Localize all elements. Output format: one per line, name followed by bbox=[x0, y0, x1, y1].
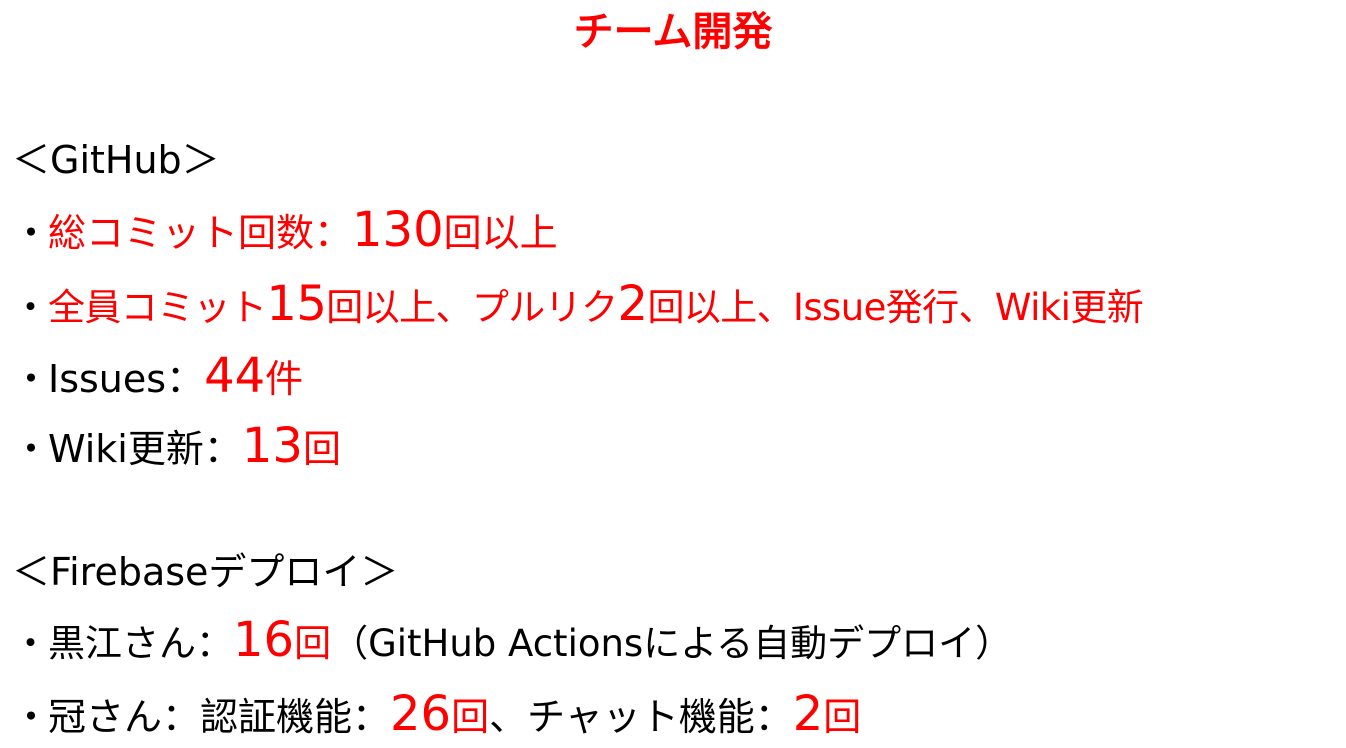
bullet: ・ bbox=[12, 695, 51, 739]
total-commits-label: 総コミット回数： bbox=[48, 211, 353, 255]
everyone-requirement-line: ・全員コミット15回以上、プルリク2回以上、Issue発行、Wiki更新 bbox=[12, 276, 1144, 336]
firebase-heading: ＜Firebaseデプロイ＞ bbox=[12, 550, 399, 594]
kanmuri-auth-unit: 回 bbox=[451, 695, 490, 739]
kanmuri-chat-value: 2 bbox=[792, 686, 824, 742]
kuroe-unit: 回 bbox=[294, 622, 332, 665]
everyone-text-a: 全員コミット bbox=[48, 286, 267, 329]
bullet: ・ bbox=[12, 286, 49, 329]
issues-unit: 件 bbox=[265, 357, 304, 401]
total-commits-line: ・総コミット回数：130回以上 bbox=[12, 202, 558, 261]
kanmuri-deploy-line: ・冠さん：認証機能：26回、チャット機能：2回 bbox=[12, 686, 861, 745]
wiki-value: 13 bbox=[241, 418, 303, 474]
everyone-text-b: 回以上、プルリク bbox=[326, 286, 618, 329]
bullet: ・ bbox=[12, 427, 51, 471]
kanmuri-label: 冠さん：認証機能： bbox=[48, 695, 391, 739]
github-heading: ＜GitHub＞ bbox=[12, 138, 220, 182]
total-commits-unit: 回以上 bbox=[443, 211, 558, 255]
bullet: ・ bbox=[12, 622, 49, 665]
issues-line: ・Issues：44件 bbox=[12, 348, 303, 407]
kanmuri-mid: 、チャット機能： bbox=[489, 695, 793, 739]
bullet: ・ bbox=[12, 357, 51, 401]
wiki-line: ・Wiki更新：13回 bbox=[12, 418, 341, 477]
kuroe-note: （GitHub Actionsによる自動デプロイ） bbox=[331, 622, 1013, 665]
everyone-value-a: 15 bbox=[266, 276, 327, 332]
issues-label: Issues： bbox=[48, 357, 205, 401]
kuroe-deploy-line: ・黒江さん：16回（GitHub Actionsによる自動デプロイ） bbox=[12, 612, 1012, 672]
wiki-label: Wiki更新： bbox=[48, 427, 242, 471]
kanmuri-chat-unit: 回 bbox=[823, 695, 862, 739]
total-commits-value: 130 bbox=[352, 202, 444, 258]
kuroe-value: 16 bbox=[233, 612, 295, 668]
kanmuri-auth-value: 26 bbox=[390, 686, 452, 742]
wiki-unit: 回 bbox=[302, 427, 341, 471]
kuroe-label: 黒江さん： bbox=[48, 622, 233, 665]
everyone-text-c: 回以上、Issue発行、Wiki更新 bbox=[647, 286, 1144, 329]
everyone-value-b: 2 bbox=[617, 276, 649, 332]
issues-value: 44 bbox=[204, 348, 266, 404]
bullet: ・ bbox=[12, 211, 51, 255]
page-title: チーム開発 bbox=[573, 9, 773, 55]
